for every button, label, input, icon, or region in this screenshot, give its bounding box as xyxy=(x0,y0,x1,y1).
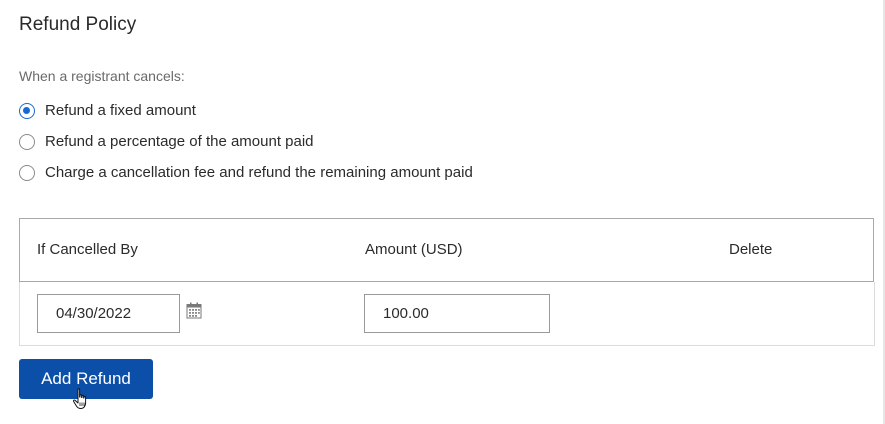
radio-fixed-amount[interactable] xyxy=(19,102,35,119)
refund-table-header: If Cancelled By Amount (USD) Delete xyxy=(19,218,874,282)
header-if-cancelled-by: If Cancelled By xyxy=(37,241,138,258)
option-percentage[interactable]: Refund a percentage of the amount paid xyxy=(19,133,314,150)
option-cancellation-fee[interactable]: Charge a cancellation fee and refund the… xyxy=(19,164,473,181)
option-label: Refund a percentage of the amount paid xyxy=(45,133,314,150)
cancel-date-input[interactable] xyxy=(37,294,180,333)
refund-amount-input[interactable] xyxy=(364,294,550,333)
option-label: Refund a fixed amount xyxy=(45,102,196,119)
radio-cancellation-fee[interactable] xyxy=(19,164,35,181)
option-fixed-amount[interactable]: Refund a fixed amount xyxy=(19,102,196,119)
section-title: Refund Policy xyxy=(19,14,137,35)
cancel-prompt: When a registrant cancels: xyxy=(19,68,185,84)
header-amount: Amount (USD) xyxy=(365,241,463,258)
radio-percentage[interactable] xyxy=(19,133,35,150)
header-delete: Delete xyxy=(729,241,773,258)
calendar-icon[interactable] xyxy=(186,302,202,319)
hand-pointer-icon xyxy=(72,388,87,409)
option-label: Charge a cancellation fee and refund the… xyxy=(45,164,473,181)
